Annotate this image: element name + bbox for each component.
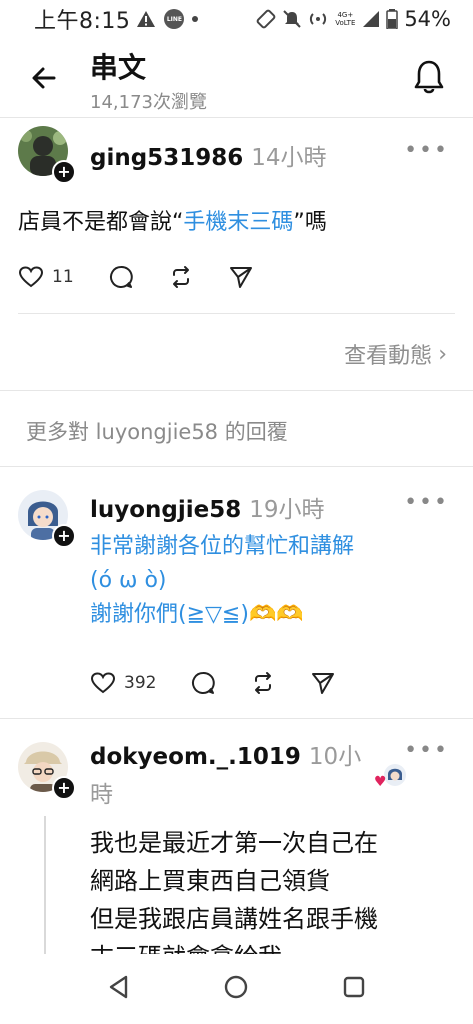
battery-icon [386,9,399,29]
post-body: 非常謝謝各位的幫忙和講解 (ó ω ò) 謝謝你們(≧▽≦)🫶🫶 [90,530,354,632]
thread-header: 串文 14,173次瀏覽 [0,40,473,118]
more-replies-label: 更多對 luyongjie58 的回覆 [26,420,288,444]
post-line: 謝謝你們(≧▽≦)🫶🫶 [90,602,304,627]
share-button[interactable] [228,264,254,290]
comment-button[interactable] [190,670,216,696]
more-options-button[interactable]: ••• [404,738,449,763]
follow-plus-icon[interactable]: + [52,524,76,548]
heart-icon [18,266,44,288]
status-right-icons: 4G+ VoLTE 54% [256,7,451,31]
notification-dot-icon [192,16,199,22]
post-line: 網路上買東西自己領貨 [90,867,330,895]
post-line: 但是我跟店員講姓名跟手機 [90,905,378,933]
hotspot-icon [310,13,327,25]
reply-post: + luyongjie58 19小時 ••• 非常謝謝各位的幫忙和講解 (ó ω … [0,468,473,718]
back-button[interactable] [28,62,60,94]
system-nav-bar [0,954,473,1024]
more-options-button[interactable]: ••• [404,490,449,515]
post-line: 非常謝謝各位的幫忙和講解 [90,534,355,559]
comment-icon [192,671,216,694]
post-line: 末三碼就會拿給我 [90,938,378,954]
nav-home-button[interactable] [222,973,250,1005]
nav-back-icon [109,975,128,999]
like-button[interactable]: 11 [18,264,74,290]
repost-icon [255,672,272,694]
view-count: 14,173次瀏覽 [90,92,207,113]
share-button[interactable] [310,670,336,696]
nav-back-button[interactable] [105,973,133,1005]
liker-avatar [384,764,406,786]
more-options-button[interactable]: ••• [404,138,449,163]
like-button[interactable]: 392 [90,670,156,696]
follow-plus-icon[interactable]: + [52,160,76,184]
chevron-right-icon: › [438,341,447,367]
divider [0,718,473,719]
post-body: 我也是最近才第一次自己在 網路上買東西自己領貨 但是我跟店員講姓名跟手機 末三碼… [90,824,378,954]
signal-icon [363,11,380,27]
post-time: 19小時 [249,497,325,523]
divider [18,313,455,314]
post-actions: 392 [90,670,370,696]
warning-icon [137,11,156,27]
heart-icon [90,672,116,694]
avatar-wrapper[interactable]: + [18,126,76,184]
status-left-icons: LINE [136,9,199,29]
divider [0,390,473,391]
repost-icon [172,266,189,288]
lte-badge: 4G+ VoLTE [335,11,356,27]
username[interactable]: ging531986 [90,145,243,171]
author-liked-heart-icon: ♥ [374,774,387,790]
username[interactable]: luyongjie58 [90,497,241,523]
comment-icon [109,265,133,288]
post-author[interactable]: ging531986 14小時 [90,138,327,172]
post-author[interactable]: luyongjie58 19小時 [90,490,325,524]
share-icon [229,267,252,288]
post-time-wrap: 時 [90,782,113,808]
status-time: 上午8:15 [34,9,131,34]
post-line: (ó ω ò) [90,568,167,593]
post-text-after: ”嗎 [293,210,327,235]
like-count: 11 [52,267,74,287]
line-app-icon: LINE [164,9,185,29]
share-icon [312,673,335,694]
reply-post: + dokyeom._.1019 10小時 ♥ ••• 我也是最近才第一次自己在 … [0,720,473,954]
back-arrow-icon [32,67,56,89]
post-time: 14小時 [251,145,327,171]
repost-button[interactable] [250,670,276,696]
see-activity-label: 查看動態 [344,344,433,369]
notification-button[interactable] [411,58,447,96]
battery-percent: 54% [404,7,451,31]
post-actions: 11 [18,264,288,290]
mute-icon [283,10,302,28]
thread-line [44,816,46,954]
page-title: 串文 [90,51,147,84]
repost-button[interactable] [168,264,194,290]
status-bar: 上午8:15 LINE 4G+ VoLTE 54% [0,0,473,38]
username[interactable]: dokyeom._.1019 [90,744,301,770]
bell-icon [414,60,444,94]
post-line: 我也是最近才第一次自己在 [90,829,378,857]
post-text-before: 店員不是都會說“ [18,210,184,235]
rotate-icon [256,9,276,29]
follow-plus-icon[interactable]: + [52,776,76,800]
avatar-wrapper[interactable]: + [18,742,76,800]
post-time: 10小 [308,744,362,770]
hashtag-link[interactable]: 手機末三碼 [183,210,293,235]
post-body: 店員不是都會說“手機末三碼”嗎 [18,206,327,240]
see-activity-link[interactable]: 查看動態 › [344,338,447,370]
divider [0,466,473,467]
nav-recents-icon [343,976,365,998]
nav-home-icon [225,975,248,999]
avatar-wrapper[interactable]: + [18,490,76,548]
like-count: 392 [124,673,157,693]
comment-button[interactable] [108,264,134,290]
post-author[interactable]: dokyeom._.1019 10小時 [90,738,370,814]
reply-post: + ging531986 14小時 ••• 店員不是都會說“手機末三碼”嗎 11 [0,120,473,320]
nav-recents-button[interactable] [340,973,368,1005]
